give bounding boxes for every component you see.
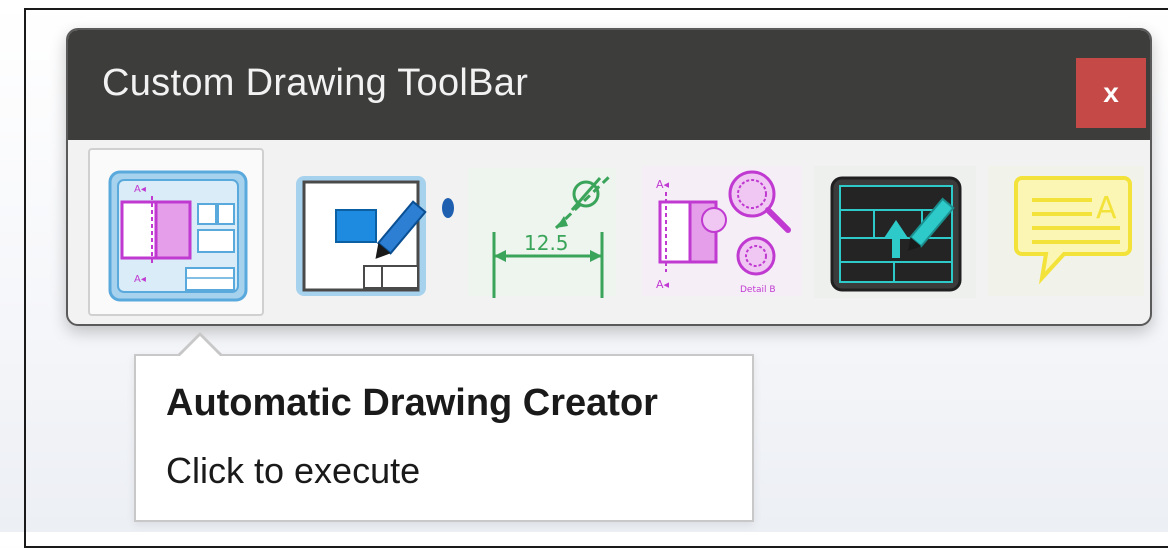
dimension-tool-button[interactable]: 12.5 [460, 148, 624, 316]
detail-view-label: Detail B [740, 285, 776, 295]
note-letter-label: A [1096, 191, 1117, 226]
tooltip-title: Automatic Drawing Creator [166, 382, 658, 424]
sheet-edit-pencil-icon [296, 176, 454, 296]
title-block-edit-icon [814, 166, 976, 298]
note-callout-icon: A [988, 166, 1144, 296]
tooltip: Automatic Drawing Creator Click to execu… [134, 354, 754, 522]
dimension-diameter-icon: 12.5 [468, 168, 616, 298]
tooltip-description: Click to execute [166, 450, 421, 491]
svg-text:A◂: A◂ [656, 178, 670, 191]
section-detail-magnifier-icon: A◂ A◂ Detail B [642, 166, 802, 296]
custom-drawing-toolbar-window: Custom Drawing ToolBar x A◂ A◂ 12.5 A◂ A… [66, 28, 1152, 326]
titlebar[interactable]: Custom Drawing ToolBar x [68, 30, 1150, 140]
svg-text:A◂: A◂ [134, 184, 146, 195]
annotation-note-button[interactable]: A [984, 148, 1148, 316]
svg-text:A◂: A◂ [656, 278, 670, 291]
section-detail-views-button[interactable]: A◂ A◂ Detail B [638, 148, 808, 316]
drawing-sheet-views-icon: A◂ A◂ [108, 170, 248, 302]
edit-drawing-sheet-button[interactable] [284, 148, 460, 316]
title-block-editor-button[interactable] [810, 148, 980, 316]
svg-text:A◂: A◂ [134, 274, 146, 285]
automatic-drawing-creator-button[interactable]: A◂ A◂ [88, 148, 264, 316]
window-title: Custom Drawing ToolBar [102, 62, 529, 104]
close-button[interactable]: x [1076, 58, 1146, 128]
dimension-value-label: 12.5 [524, 231, 569, 255]
toolbar-buttons: A◂ A◂ 12.5 A◂ A◂ Detail B A [88, 148, 1148, 320]
tooltip-arrow-fill [179, 336, 221, 357]
